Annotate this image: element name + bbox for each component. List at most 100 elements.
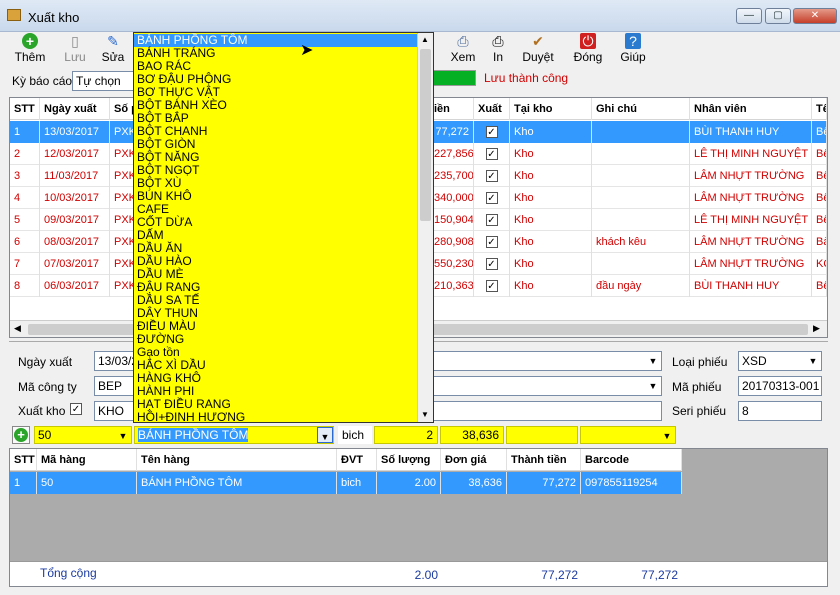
dropdown-scrollbar[interactable]: ▲ ▼ [417,33,433,422]
close-button[interactable]: ✕ [793,8,837,24]
type-select[interactable]: XSD ▼ [738,351,822,371]
cell-te: KQ [812,253,827,275]
col-note[interactable]: Ghi chú [592,98,690,120]
add-line-button[interactable]: + [12,426,30,444]
voucher-code-field[interactable]: 20170313-001 [738,376,822,396]
totals-barcode-col: 77,272 [641,568,678,582]
cell-te: Bế [812,209,827,231]
export-checkbox[interactable]: ✓ [474,187,510,209]
col-kho[interactable]: Tại kho [510,98,592,120]
check-icon[interactable]: ✓ [485,236,498,249]
cell-qty: 2.00 [377,472,441,494]
col-stt[interactable]: STT [10,98,40,120]
export-checkbox[interactable]: ✓ [474,165,510,187]
title-bar [0,0,840,32]
maximize-button[interactable]: ▢ [765,8,791,24]
scroll-left-arrow[interactable]: ◀ [14,323,21,334]
export-checkbox[interactable]: ✓ [474,275,510,297]
chevron-down-icon[interactable]: ▼ [317,427,333,443]
wide-select-2[interactable]: ▼ [432,376,662,396]
cell-barcode: 097855119254 [581,472,682,494]
cell-tien: 280,908 [430,231,474,253]
list-item[interactable]: HỒI+ĐINH HƯƠNG [134,411,418,423]
scroll-right-arrow[interactable]: ▶ [813,323,820,334]
item-code-combo[interactable]: 50 ▼ [34,426,132,444]
cell-note [592,165,690,187]
col-date[interactable]: Ngày xuất [40,98,110,120]
dcol-stt[interactable]: STT [10,449,37,471]
period-select[interactable]: Tự chọn [72,71,134,91]
company-label: Mã công ty [18,380,77,394]
dcol-unit[interactable]: ĐVT [337,449,377,471]
preview-button[interactable]: ⎙ Xem [446,33,480,67]
dcol-barcode[interactable]: Barcode [581,449,682,471]
cell-amount: 77,272 [507,472,581,494]
wide-field-3[interactable] [432,401,662,421]
dcol-amount[interactable]: Thành tiền [507,449,581,471]
export-checkbox[interactable]: ✓ [474,209,510,231]
item-name-combo[interactable]: BÁNH PHỒNG TÔM ▼ [134,426,334,444]
cell-tien: 227,856 [430,143,474,165]
approve-button[interactable]: ✔ Duyệt [518,33,558,67]
dcol-price[interactable]: Đơn giá [441,449,507,471]
check-icon[interactable]: ✓ [485,280,498,293]
scroll-down-arrow[interactable]: ▼ [421,410,429,419]
dcol-name[interactable]: Tên hàng [137,449,337,471]
amount-field[interactable] [506,426,578,444]
dcol-code[interactable]: Mã hàng [37,449,137,471]
col-te[interactable]: Tê [812,98,827,120]
cell-te: Bế [812,187,827,209]
dropdown-scroll-thumb[interactable] [420,49,431,221]
minimize-button[interactable]: — [736,8,762,24]
export-checkbox[interactable]: ✓ [474,121,510,143]
print-button[interactable]: ⎙ In [484,33,512,67]
barcode-combo[interactable]: ▼ [580,426,676,444]
cell-name: BÁNH PHỒNG TÔM [137,472,337,494]
check-icon[interactable]: ✓ [485,126,498,139]
scroll-up-arrow[interactable]: ▲ [421,35,429,44]
export-checkbox[interactable]: ✓ [474,253,510,275]
wide-select-1[interactable]: ▼ [432,351,662,371]
chevron-down-icon: ▼ [648,356,658,366]
totals-row: Tổng cộng 2.00 77,272 77,272 [10,561,827,586]
warehouse-field[interactable]: KHO [94,401,138,421]
serial-field[interactable]: 8 [738,401,822,421]
table-row[interactable]: 1 50 BÁNH PHỒNG TÔM bich 2.00 38,636 77,… [10,472,682,494]
col-xuat[interactable]: Xuất [474,98,510,120]
col-tien[interactable]: iền [430,98,474,120]
list-item[interactable]: BÚN KHÔ [134,190,418,203]
check-icon[interactable]: ✓ [485,148,498,161]
check-icon[interactable]: ✓ [485,192,498,205]
detail-grid[interactable]: STT Mã hàng Tên hàng ĐVT Số lượng Đơn gi… [9,448,828,587]
detail-grid-header: STT Mã hàng Tên hàng ĐVT Số lượng Đơn gi… [10,449,682,471]
cell-date: 06/03/2017 [40,275,110,297]
check-icon[interactable]: ✓ [485,214,498,227]
col-nv[interactable]: Nhân viên [690,98,812,120]
help-button[interactable]: ? Giúp [614,33,652,67]
company-field[interactable]: BEP [94,376,138,396]
list-item[interactable]: CỐT DỪA [134,216,418,229]
export-checkbox[interactable]: ✓ [474,231,510,253]
date-field[interactable]: 13/03/2 [94,351,138,371]
cell-stt: 1 [10,121,40,143]
check-icon[interactable]: ✓ [485,258,498,271]
save-button[interactable]: ▯ Lưu [55,33,95,67]
add-icon: + [14,428,28,442]
cell-stt: 8 [10,275,40,297]
preview-icon: ⎙ [457,33,469,49]
cell-kho: Kho [510,253,592,275]
export-checkbox[interactable]: ✓ [474,143,510,165]
edit-button[interactable]: ✎ Sửa [95,33,131,67]
cell-te: Bế [812,165,827,187]
cell-date: 08/03/2017 [40,231,110,253]
check-icon[interactable]: ✓ [485,170,498,183]
add-button[interactable]: + Thêm [10,33,50,67]
dcol-qty[interactable]: Số lượng [377,449,441,471]
unit-field[interactable]: bich [338,426,372,444]
save-label: Lưu [64,50,86,64]
item-dropdown-list[interactable]: BÁNH PHỒNG TÔM BÁNH TRÁNG BAO RÁC BƠ ĐẬU PH… [133,32,434,423]
price-field[interactable]: 38,636 [440,426,504,444]
close-form-button[interactable]: ⏻ Đóng [568,33,608,67]
quantity-field[interactable]: 2 [374,426,438,444]
warehouse-checkbox[interactable]: ✓ [70,403,82,415]
